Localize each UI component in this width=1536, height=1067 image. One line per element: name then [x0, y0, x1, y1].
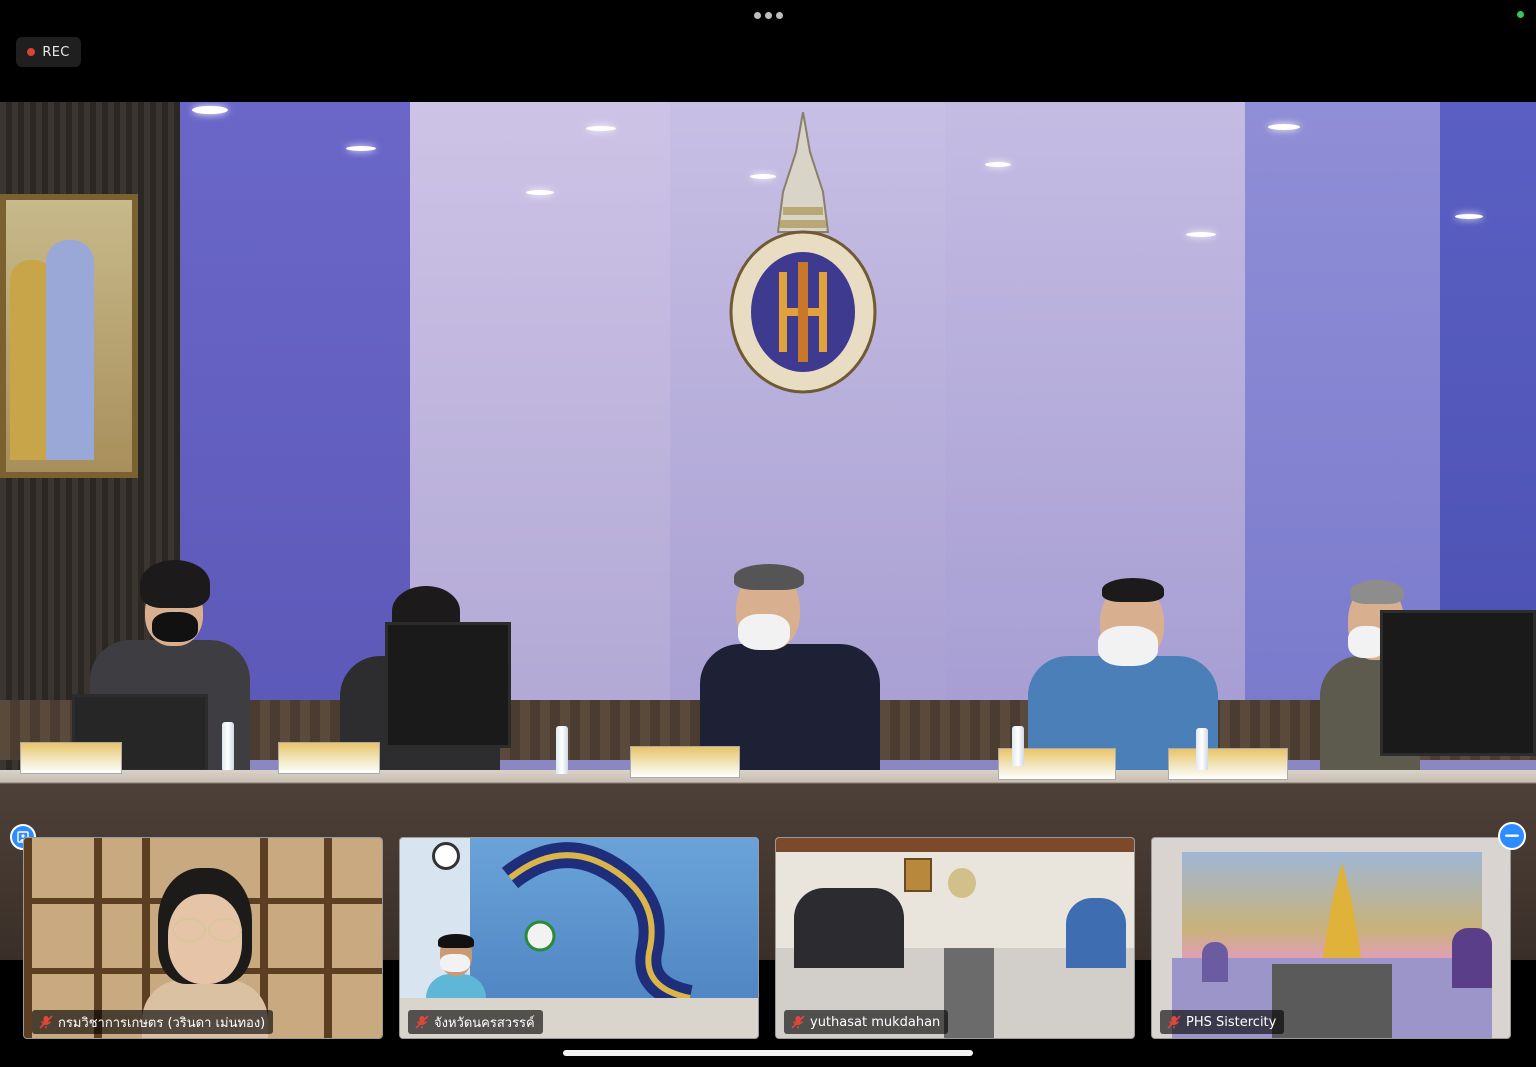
desk-monitor: [385, 622, 511, 748]
participant-name-label: PHS Sistercity: [1160, 1010, 1285, 1034]
mic-muted-icon: [415, 1015, 429, 1029]
participant-video: [1202, 942, 1228, 982]
participant-name: กรมวิชาการเกษตร (วรินดา เม่นทอง): [58, 1015, 266, 1031]
nameplate: [1168, 748, 1288, 780]
desk-monitor: [1380, 610, 1536, 756]
participant-tile[interactable]: กรมวิชาการเกษตร (วรินดา เม่นทอง): [23, 837, 383, 1039]
participant-video: [794, 888, 904, 968]
recording-dot-icon: [27, 48, 36, 56]
nameplate: [20, 742, 122, 774]
mic-muted-icon: [1167, 1015, 1181, 1029]
participant-tile[interactable]: yuthasat mukdahan: [775, 837, 1135, 1039]
participant-tile[interactable]: จังหวัดนครสวรรค์: [399, 837, 759, 1039]
participant-name: PHS Sistercity: [1186, 1014, 1277, 1030]
recording-badge: REC: [16, 37, 81, 67]
more-options-icon[interactable]: [754, 12, 783, 19]
recording-label: REC: [42, 44, 70, 60]
home-indicator[interactable]: [563, 1050, 973, 1056]
minimize-icon[interactable]: [1498, 822, 1526, 850]
mic-muted-icon: [39, 1015, 53, 1029]
wall-clock: [432, 842, 460, 870]
participant-name-label: จังหวัดนครสวรรค์: [408, 1010, 543, 1034]
camera-in-use-indicator: [1517, 11, 1524, 18]
royal-portrait: [0, 194, 138, 478]
participant-name-label: yuthasat mukdahan: [784, 1010, 949, 1034]
banner-dragon: [501, 842, 693, 1008]
participant-tile[interactable]: PHS Sistercity: [1151, 837, 1511, 1039]
university-emblem: [729, 112, 877, 394]
nameplate: [278, 742, 380, 774]
active-speaker-video[interactable]: [0, 102, 1536, 960]
participant-name-label: กรมวิชาการเกษตร (วรินดา เม่นทอง): [32, 1010, 274, 1034]
participant-name: จังหวัดนครสวรรค์: [434, 1015, 535, 1031]
nameplate: [630, 746, 740, 778]
participant-name: yuthasat mukdahan: [810, 1014, 941, 1030]
mic-muted-icon: [791, 1015, 805, 1029]
